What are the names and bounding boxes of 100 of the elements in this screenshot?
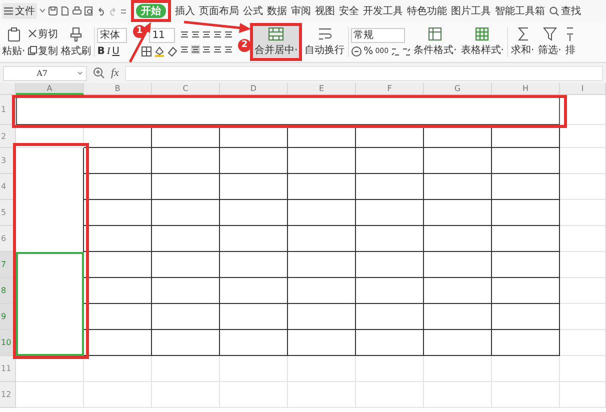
- table-style-button[interactable]: 表格样式·: [460, 26, 505, 58]
- table-cell[interactable]: [84, 226, 152, 252]
- grid-cell[interactable]: [152, 356, 220, 382]
- table-cell[interactable]: [84, 200, 152, 226]
- align-icon[interactable]: [213, 45, 222, 54]
- grid-cell[interactable]: [492, 356, 560, 382]
- grid-cell[interactable]: [356, 356, 424, 382]
- table-cell[interactable]: [220, 148, 288, 174]
- paste-button[interactable]: 粘贴·: [1, 26, 26, 58]
- table-cell[interactable]: [492, 252, 560, 278]
- grid-cell[interactable]: [560, 278, 606, 304]
- save-icon[interactable]: [48, 6, 58, 16]
- table-cell[interactable]: [84, 304, 152, 330]
- grid-cell[interactable]: [560, 174, 606, 200]
- grid-cell[interactable]: [560, 330, 606, 356]
- undo-icon[interactable]: [96, 6, 106, 16]
- ribbon-tab[interactable]: 公式: [243, 4, 263, 18]
- table-cell[interactable]: [492, 278, 560, 304]
- table-cell[interactable]: [220, 226, 288, 252]
- align-icon[interactable]: [180, 45, 190, 54]
- grid-cell[interactable]: [84, 382, 152, 408]
- sum-button[interactable]: 求和·: [510, 26, 536, 58]
- table-cell[interactable]: [424, 278, 492, 304]
- table-cell[interactable]: [424, 148, 492, 174]
- grid-cell[interactable]: [84, 356, 152, 382]
- table-cell[interactable]: [492, 148, 560, 174]
- table-cell[interactable]: [424, 252, 492, 278]
- grid-cell[interactable]: [424, 356, 492, 382]
- table-cell[interactable]: [356, 330, 424, 356]
- font-select[interactable]: 宋体: [97, 28, 128, 42]
- table-cell[interactable]: [152, 330, 220, 356]
- table-cell[interactable]: [288, 174, 356, 200]
- column-header[interactable]: B: [84, 83, 152, 95]
- table-cell[interactable]: [220, 174, 288, 200]
- table-cell[interactable]: [424, 200, 492, 226]
- filter-button[interactable]: 筛选·: [537, 26, 562, 58]
- table-cell[interactable]: [424, 174, 492, 200]
- table-cell[interactable]: [356, 125, 424, 148]
- table-cell[interactable]: [356, 252, 424, 278]
- table-cell[interactable]: [356, 278, 424, 304]
- table-cell[interactable]: [84, 125, 152, 148]
- copy-button[interactable]: 复制: [28, 44, 58, 58]
- table-cell[interactable]: [492, 304, 560, 330]
- table-cell[interactable]: [356, 200, 424, 226]
- align-icon[interactable]: [224, 45, 234, 54]
- table-cell[interactable]: [288, 226, 356, 252]
- grid-cell[interactable]: [424, 382, 492, 408]
- ribbon-tab[interactable]: 数据: [267, 4, 287, 18]
- table-cell[interactable]: [288, 200, 356, 226]
- align-icon[interactable]: [224, 30, 234, 39]
- table-cell[interactable]: [152, 226, 220, 252]
- search-button[interactable]: 查找: [549, 4, 581, 18]
- align-icon[interactable]: [191, 45, 200, 54]
- column-header[interactable]: C: [152, 83, 220, 95]
- zoom-icon[interactable]: [93, 67, 105, 79]
- table-cell[interactable]: [424, 125, 492, 148]
- table-cell[interactable]: [220, 200, 288, 226]
- column-header[interactable]: H: [492, 83, 560, 95]
- table-cell[interactable]: [356, 226, 424, 252]
- table-cell[interactable]: [220, 278, 288, 304]
- table-cell[interactable]: [152, 148, 220, 174]
- border-icon[interactable]: [141, 46, 152, 56]
- table-cell[interactable]: [152, 174, 220, 200]
- ribbon-tab[interactable]: 开发工具: [363, 4, 403, 18]
- table-cell[interactable]: [492, 226, 560, 252]
- table-cell[interactable]: [152, 278, 220, 304]
- ribbon-tab[interactable]: 视图: [315, 4, 335, 18]
- table-cell[interactable]: [288, 252, 356, 278]
- ribbon-tab[interactable]: 页面布局: [199, 4, 239, 18]
- conditional-format-button[interactable]: 条件格式·: [412, 26, 458, 58]
- grid-cell[interactable]: [560, 125, 606, 148]
- number-format-select[interactable]: 常规: [350, 28, 405, 42]
- align-icon[interactable]: [191, 30, 200, 39]
- table-cell[interactable]: [152, 304, 220, 330]
- table-cell[interactable]: [492, 330, 560, 356]
- table-cell[interactable]: [492, 125, 560, 148]
- table-cell[interactable]: [84, 278, 152, 304]
- align-icon[interactable]: [213, 30, 222, 39]
- ribbon-tab[interactable]: 图片工具: [451, 4, 491, 18]
- table-cell[interactable]: [152, 252, 220, 278]
- print-icon[interactable]: [72, 6, 82, 16]
- italic-button[interactable]: I: [106, 46, 110, 56]
- grid-cell[interactable]: [492, 382, 560, 408]
- percent-button[interactable]: %: [364, 46, 374, 56]
- table-cell[interactable]: [288, 278, 356, 304]
- merge-center-button[interactable]: 合并居中·: [253, 26, 299, 58]
- grid-cell[interactable]: [356, 382, 424, 408]
- column-header[interactable]: F: [356, 83, 424, 95]
- grid-cell[interactable]: [560, 356, 606, 382]
- fill-color-icon[interactable]: [154, 46, 166, 56]
- table-cell[interactable]: [356, 148, 424, 174]
- font-size-select[interactable]: 11: [149, 28, 176, 42]
- table-cell[interactable]: [288, 125, 356, 148]
- grid-cell[interactable]: [560, 252, 606, 278]
- table-cell[interactable]: [356, 304, 424, 330]
- currency-icon[interactable]: [350, 46, 362, 56]
- table-cell[interactable]: [84, 174, 152, 200]
- document-icon[interactable]: [60, 6, 70, 16]
- grid-cell[interactable]: [560, 95, 606, 125]
- increase-decimal-icon[interactable]: [390, 46, 400, 56]
